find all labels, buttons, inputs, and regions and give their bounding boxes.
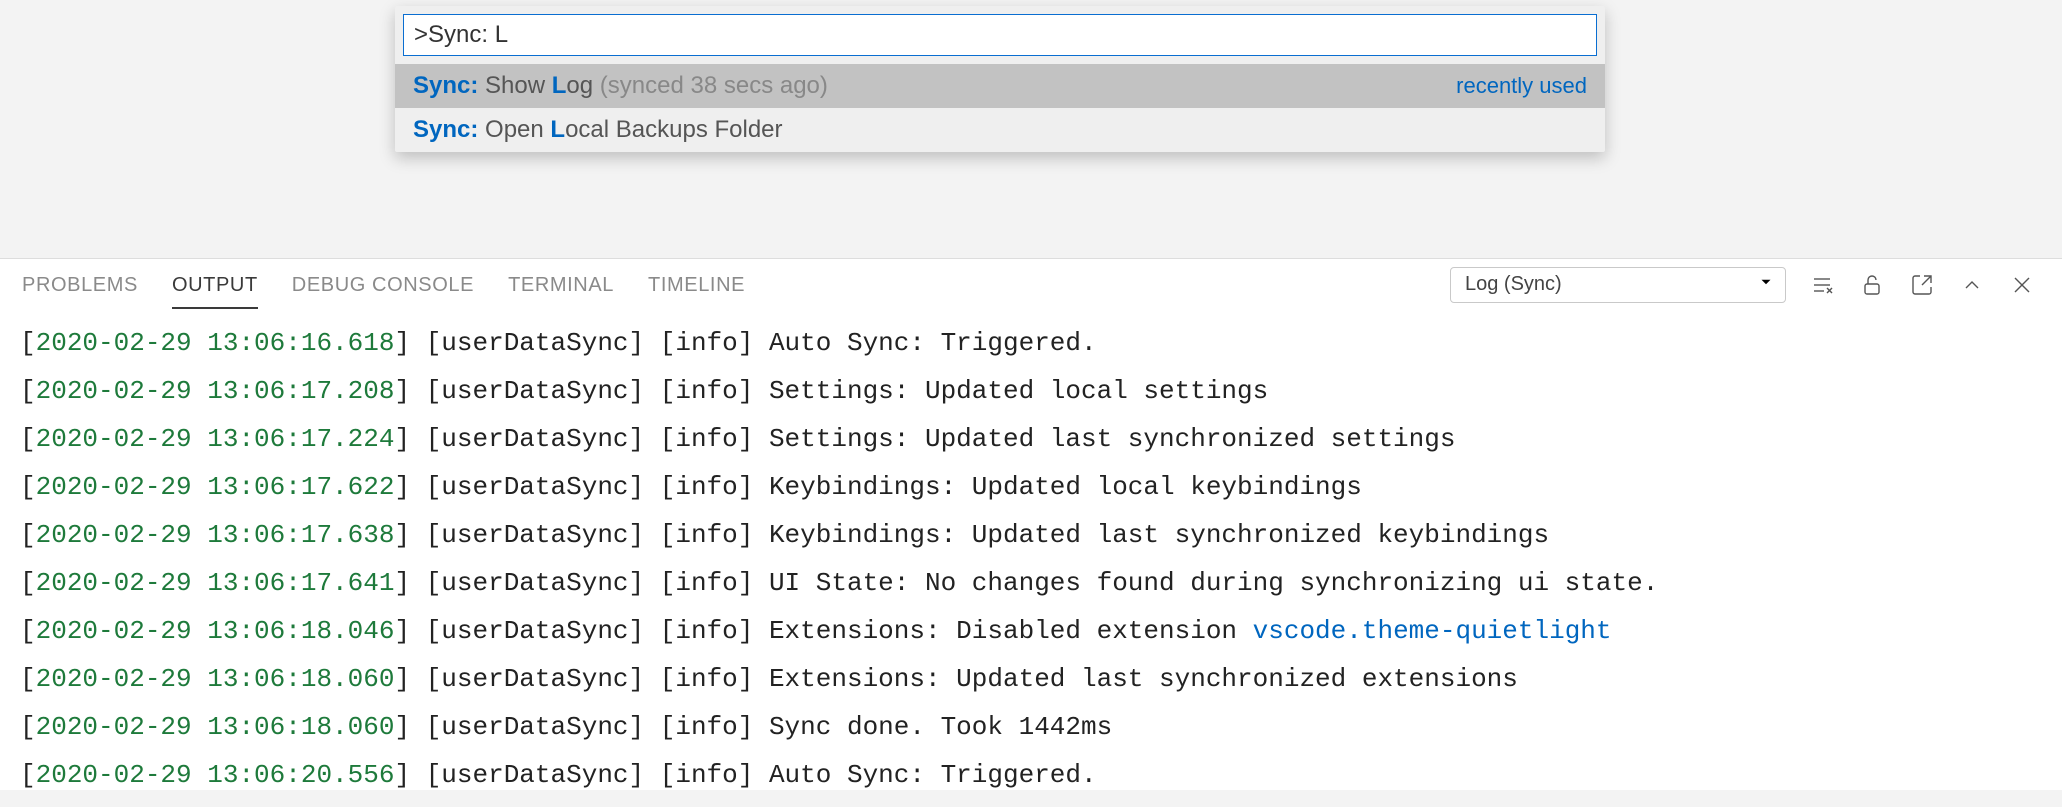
command-palette-input[interactable]: [403, 14, 1597, 56]
log-line: [2020-02-29 13:06:17.208] [userDataSync]…: [20, 367, 2042, 415]
log-timestamp: 2020-02-29 13:06:16.618: [36, 328, 395, 358]
log-timestamp: 2020-02-29 13:06:18.060: [36, 664, 395, 694]
command-meta: (synced 38 secs ago): [600, 72, 828, 99]
panel-tab-timeline[interactable]: TIMELINE: [648, 260, 745, 309]
panel-tab-problems[interactable]: PROBLEMS: [22, 260, 138, 309]
command-palette-item[interactable]: Sync: Show Log (synced 38 secs ago) recen…: [395, 64, 1605, 108]
log-line: [2020-02-29 13:06:17.224] [userDataSync]…: [20, 415, 2042, 463]
command-palette-input-wrap: [395, 6, 1605, 64]
log-level: [info]: [660, 424, 769, 454]
log-level: [info]: [660, 520, 769, 550]
log-source: [userDataSync]: [426, 376, 660, 406]
unlock-scroll-icon[interactable]: [1858, 271, 1886, 299]
open-log-file-icon[interactable]: [1908, 271, 1936, 299]
output-channel-label: Log (Sync): [1465, 273, 1562, 296]
log-source: [userDataSync]: [426, 328, 660, 358]
log-timestamp: 2020-02-29 13:06:17.622: [36, 472, 395, 502]
recently-used-tag: recently used: [1456, 73, 1587, 99]
log-level: [info]: [660, 568, 769, 598]
log-level: [info]: [660, 760, 769, 790]
log-line: [2020-02-29 13:06:18.060] [userDataSync]…: [20, 655, 2042, 703]
log-message: Auto Sync: Triggered.: [769, 328, 1097, 358]
log-timestamp: 2020-02-29 13:06:17.224: [36, 424, 395, 454]
log-line: [2020-02-29 13:06:18.060] [userDataSync]…: [20, 703, 2042, 751]
log-message: Sync done. Took 1442ms: [769, 712, 1112, 742]
log-line: [2020-02-29 13:06:16.618] [userDataSync]…: [20, 319, 2042, 367]
panel-tabs: PROBLEMS OUTPUT DEBUG CONSOLE TERMINAL TIMEL…: [22, 260, 1416, 309]
log-timestamp: 2020-02-29 13:06:17.638: [36, 520, 395, 550]
log-message: Extensions: Updated last synchronized ex…: [769, 664, 1518, 694]
match-highlight: L: [552, 72, 567, 99]
log-level: [info]: [660, 664, 769, 694]
log-source: [userDataSync]: [426, 520, 660, 550]
log-source: [userDataSync]: [426, 424, 660, 454]
log-timestamp: 2020-02-29 13:06:18.060: [36, 712, 395, 742]
log-level: [info]: [660, 376, 769, 406]
match-highlight: L: [550, 116, 565, 143]
command-palette: Sync: Show Log (synced 38 secs ago) recen…: [395, 6, 1605, 152]
log-message: Keybindings: Updated local keybindings: [769, 472, 1362, 502]
log-source: [userDataSync]: [426, 616, 660, 646]
log-timestamp: 2020-02-29 13:06:17.208: [36, 376, 395, 406]
log-timestamp: 2020-02-29 13:06:20.556: [36, 760, 395, 790]
log-message: Auto Sync: Triggered.: [769, 760, 1097, 790]
command-palette-item[interactable]: Sync: Open Local Backups Folder: [395, 108, 1605, 152]
log-line: [2020-02-29 13:06:17.622] [userDataSync]…: [20, 463, 2042, 511]
log-timestamp: 2020-02-29 13:06:18.046: [36, 616, 395, 646]
log-level: [info]: [660, 472, 769, 502]
command-palette-list: Sync: Show Log (synced 38 secs ago) recen…: [395, 64, 1605, 152]
panel-actions: Log (Sync): [1450, 267, 2040, 303]
chevron-up-icon[interactable]: [1958, 271, 1986, 299]
panel-tab-debug-console[interactable]: DEBUG CONSOLE: [292, 260, 474, 309]
log-source: [userDataSync]: [426, 472, 660, 502]
log-level: [info]: [660, 712, 769, 742]
panel-tab-terminal[interactable]: TERMINAL: [508, 260, 614, 309]
log-line: [2020-02-29 13:06:20.556] [userDataSync]…: [20, 751, 2042, 799]
log-source: [userDataSync]: [426, 760, 660, 790]
log-level: [info]: [660, 616, 769, 646]
log-line: [2020-02-29 13:06:17.638] [userDataSync]…: [20, 511, 2042, 559]
log-message: Settings: Updated local settings: [769, 376, 1268, 406]
panel-header: PROBLEMS OUTPUT DEBUG CONSOLE TERMINAL TIMEL…: [0, 259, 2062, 311]
log-source: [userDataSync]: [426, 568, 660, 598]
log-source: [userDataSync]: [426, 664, 660, 694]
log-line: [2020-02-29 13:06:17.641] [userDataSync]…: [20, 559, 2042, 607]
log-message: Extensions: Disabled extension: [769, 616, 1253, 646]
command-prefix: Sync:: [413, 116, 478, 143]
command-palette-item-label: Sync: Open Local Backups Folder: [413, 116, 783, 144]
command-prefix: Sync:: [413, 72, 478, 99]
clear-output-icon[interactable]: [1808, 271, 1836, 299]
log-message: UI State: No changes found during synchr…: [769, 568, 1658, 598]
command-palette-item-label: Sync: Show Log (synced 38 secs ago): [413, 72, 828, 100]
output-log[interactable]: [2020-02-29 13:06:16.618] [userDataSync]…: [0, 311, 2062, 807]
chevron-down-icon: [1757, 273, 1775, 297]
output-channel-select[interactable]: Log (Sync): [1450, 267, 1786, 303]
log-level: [info]: [660, 328, 769, 358]
log-line: [2020-02-29 13:06:18.046] [userDataSync]…: [20, 607, 2042, 655]
log-link[interactable]: vscode.theme-quietlight: [1253, 616, 1612, 646]
panel-tab-output[interactable]: OUTPUT: [172, 260, 258, 309]
log-timestamp: 2020-02-29 13:06:17.641: [36, 568, 395, 598]
panel: PROBLEMS OUTPUT DEBUG CONSOLE TERMINAL TIMEL…: [0, 258, 2062, 790]
log-message: Keybindings: Updated last synchronized k…: [769, 520, 1549, 550]
close-panel-icon[interactable]: [2008, 271, 2036, 299]
log-source: [userDataSync]: [426, 712, 660, 742]
log-message: Settings: Updated last synchronized sett…: [769, 424, 1456, 454]
